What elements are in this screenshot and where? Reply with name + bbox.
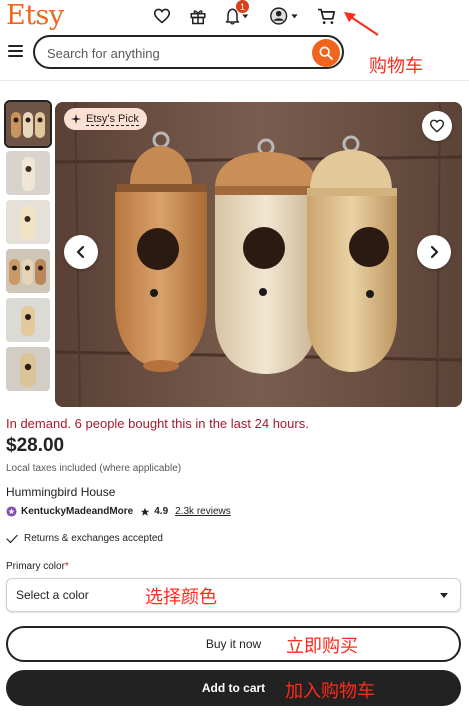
- menu-icon[interactable]: [8, 45, 23, 57]
- shop-row: KentuckyMadeandMore 4.9 2.3k reviews: [6, 506, 231, 517]
- thumbnail-3[interactable]: [6, 200, 50, 244]
- buy-it-now-button[interactable]: Buy it now: [6, 626, 461, 662]
- sparkle-icon: [71, 114, 81, 124]
- favorite-button[interactable]: [422, 111, 452, 141]
- search-button[interactable]: [312, 39, 340, 67]
- next-image-button[interactable]: [417, 235, 451, 269]
- previous-image-button[interactable]: [64, 235, 98, 269]
- primary-color-label: Primary color*: [6, 561, 69, 572]
- reviews-link[interactable]: 2.3k reviews: [175, 506, 231, 517]
- etsy-logo[interactable]: Etsy: [6, 0, 64, 31]
- star-seller-icon: [6, 506, 17, 517]
- thumbnail-5[interactable]: [6, 298, 50, 342]
- notification-count-badge: 1: [236, 0, 249, 13]
- etsys-pick-label: Etsy's Pick: [86, 112, 139, 126]
- thumbnail-1[interactable]: [4, 100, 52, 148]
- returns-row: Returns & exchanges accepted: [6, 533, 163, 544]
- listing-title: Hummingbird House: [6, 485, 116, 499]
- star-icon: [141, 507, 150, 516]
- annotation-cart: 购物车: [369, 56, 423, 77]
- select-value: Select a color: [16, 588, 89, 602]
- search-bar: [33, 35, 344, 69]
- annotation-arrow: [344, 12, 379, 36]
- demand-notice: In demand. 6 people bought this in the l…: [6, 416, 309, 431]
- thumbnail-2[interactable]: [6, 151, 50, 195]
- gift-icon[interactable]: [189, 6, 207, 26]
- caret-down-icon: [440, 593, 448, 598]
- heart-icon: [429, 119, 445, 133]
- hummingbird-houses-photo: [55, 102, 462, 407]
- annotation-buy-now: 立即购买: [286, 636, 358, 657]
- annotation-select-color: 选择颜色: [145, 587, 217, 608]
- add-to-cart-button[interactable]: Add to cart: [6, 670, 461, 706]
- cart-icon[interactable]: [317, 6, 336, 26]
- search-icon: [319, 46, 333, 60]
- chevron-right-icon: [430, 245, 439, 259]
- header-divider: [0, 80, 469, 81]
- account-icon[interactable]: [270, 6, 300, 26]
- tax-note: Local taxes included (where applicable): [6, 463, 182, 474]
- price: $28.00: [6, 435, 65, 456]
- favorites-heart-icon[interactable]: [153, 6, 171, 26]
- required-mark: *: [64, 561, 69, 572]
- annotation-add-to-cart: 加入购物车: [285, 681, 375, 702]
- primary-color-select[interactable]: Select a color: [6, 578, 461, 612]
- etsys-pick-badge[interactable]: Etsy's Pick: [64, 108, 147, 130]
- search-input[interactable]: [47, 43, 297, 63]
- rating: 4.9: [154, 506, 169, 517]
- thumbnail-4[interactable]: [6, 249, 50, 293]
- chevron-left-icon: [76, 245, 85, 259]
- thumbnail-strip: [4, 100, 52, 396]
- shop-name-link[interactable]: KentuckyMadeandMore: [21, 506, 133, 517]
- returns-text: Returns & exchanges accepted: [24, 533, 163, 544]
- check-icon: [6, 534, 18, 543]
- thumbnail-6[interactable]: [6, 347, 50, 391]
- product-main-image[interactable]: Etsy's Pick: [55, 102, 462, 407]
